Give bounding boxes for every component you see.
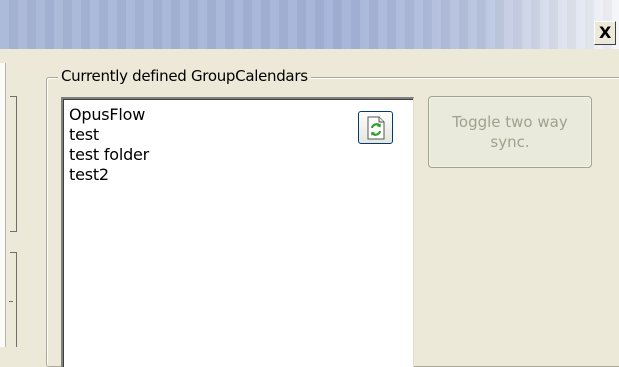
toggle-two-way-sync-button[interactable]: Toggle two way sync. [428, 96, 592, 168]
groupbox-title: Currently defined GroupCalendars [58, 66, 311, 86]
title-bar-texture [0, 0, 619, 49]
list-item[interactable]: test folder [69, 145, 149, 165]
toggle-button-label: Toggle two way sync. [452, 113, 568, 151]
left-panel-frame-tick [9, 301, 13, 302]
close-button[interactable]: X [594, 21, 616, 45]
list-item[interactable]: test2 [69, 165, 109, 185]
refresh-button[interactable] [358, 111, 393, 144]
left-panel-frame-upper [10, 96, 17, 232]
refresh-document-icon [367, 116, 384, 139]
list-item[interactable]: OpusFlow [69, 105, 145, 125]
left-panel-frame-lower [9, 252, 17, 347]
title-bar: X [0, 0, 619, 49]
list-item[interactable]: test [69, 125, 99, 145]
left-panel-edge [0, 63, 6, 347]
